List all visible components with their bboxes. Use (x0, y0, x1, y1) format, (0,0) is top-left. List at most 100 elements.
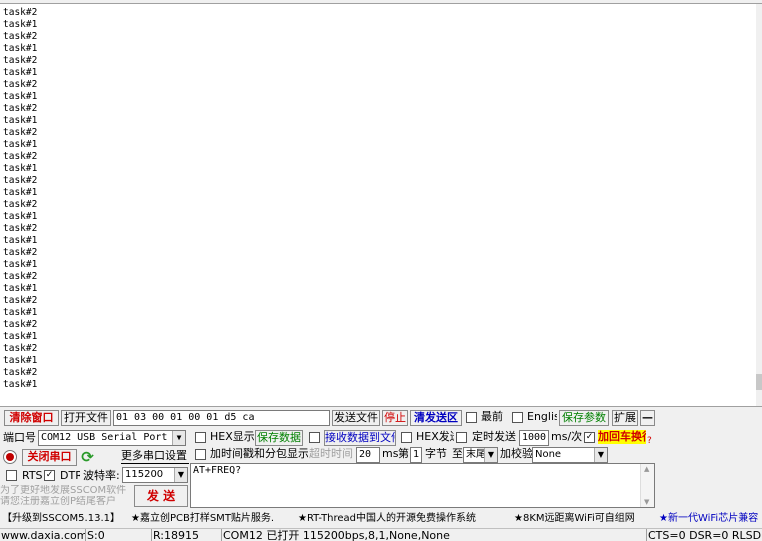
recv-to-file-button[interactable]: 接收数据到文件 (324, 430, 396, 446)
to-select-value: 末尾 (466, 449, 486, 460)
save-params-button[interactable]: 保存参数 (559, 410, 609, 426)
ad-upgrade[interactable]: 【升级到SSCOM5.13.1】 (2, 512, 120, 526)
receive-textarea[interactable]: task#2 task#1 task#2 task#1 task#2 task#1 task… (0, 3, 762, 407)
byte-prefix-label: 第 (398, 447, 409, 460)
rts-label: RTS (22, 469, 42, 482)
more-port-settings-link[interactable]: 更多串口设置 (121, 449, 189, 464)
ad-bar: 【升级到SSCOM5.13.1】 ★嘉立创PCB打样SMT贴片服务. ★RT-T… (0, 511, 762, 527)
scroll-down-icon[interactable]: ▼ (644, 498, 649, 506)
receive-line: task#2 (3, 55, 38, 66)
timeout-label: 超时时间 (309, 447, 353, 460)
file-path-input[interactable]: 01 03 00 01 00 01 d5 ca (113, 410, 330, 426)
stop-button[interactable]: 停止 (382, 410, 408, 426)
receive-line: task#1 (3, 283, 38, 294)
baud-select-value: 115200 (125, 469, 164, 480)
help-icon[interactable]: ? (647, 436, 655, 446)
port-select-value: COM12 USB Serial Port (41, 432, 168, 443)
promo-line-2: 请您注册嘉立创P结尾客户 (0, 496, 117, 507)
save-data-button[interactable]: 保存数据 (255, 430, 303, 446)
receive-line: task#2 (3, 271, 38, 282)
hex-display-checkbox[interactable] (195, 432, 206, 443)
status-signals: CTS=0 DSR=0 RLSD=0 (648, 529, 762, 541)
receive-line: task#1 (3, 115, 38, 126)
timed-send-label: 定时发送 (472, 430, 516, 443)
receive-line: task#2 (3, 151, 38, 162)
port-select[interactable]: COM12 USB Serial Port ▼ (38, 430, 186, 446)
timeout-input[interactable]: 20 (356, 447, 380, 463)
receive-line: task#2 (3, 223, 38, 234)
promo-line-1: 为了更好地发展SSCOM软件 (0, 485, 126, 496)
to-select[interactable]: 末尾 ▼ (463, 447, 498, 463)
topmost-checkbox[interactable] (466, 412, 477, 423)
chevron-down-icon: ▼ (484, 448, 497, 462)
add-crlf-checkbox[interactable]: ✓ (584, 432, 595, 443)
receive-line: task#1 (3, 91, 38, 102)
interval-unit-label: ms/次 (551, 430, 583, 443)
clear-send-button[interactable]: 清发送区 (410, 410, 462, 426)
topmost-label: 最前 (481, 410, 503, 423)
checksum-select[interactable]: None ▼ (532, 447, 608, 463)
scroll-thumb[interactable] (756, 374, 762, 390)
receive-line: task#1 (3, 163, 38, 174)
send-textarea[interactable]: AT+FREQ? ▲ ▼ (190, 463, 655, 508)
receive-line: task#1 (3, 235, 38, 246)
clear-window-button[interactable]: 清除窗口 (4, 410, 59, 426)
expand-button[interactable]: 扩展 (612, 410, 638, 426)
hex-send-label: HEX发送 (416, 430, 454, 443)
recv-to-file-checkbox[interactable] (309, 432, 320, 443)
add-crlf-label: 加回车换行 (598, 430, 646, 444)
status-port-state: COM12 已打开 115200bps,8,1,None,None (222, 529, 647, 541)
open-file-button[interactable]: 打开文件 (61, 410, 111, 426)
baud-label: 波特率: (83, 469, 120, 482)
send-button[interactable]: 发 送 (134, 485, 188, 507)
english-checkbox[interactable] (512, 412, 523, 423)
receive-line: task#1 (3, 307, 38, 318)
receive-line: task#1 (3, 331, 38, 342)
close-port-button[interactable]: 关闭串口 (22, 449, 77, 466)
receive-line: task#1 (3, 259, 38, 270)
baud-select[interactable]: 115200 ▼ (122, 467, 188, 483)
timed-send-checkbox[interactable] (456, 432, 467, 443)
refresh-icon[interactable]: ⟳ (79, 449, 96, 466)
receive-line: task#2 (3, 7, 38, 18)
receive-line: task#1 (3, 67, 38, 78)
receive-text: task#2 task#1 task#2 task#1 task#2 task#1 task… (3, 7, 37, 391)
timestamp-label: 加时间戳和分包显示 (210, 447, 308, 460)
checksum-label: 加校验 (500, 447, 532, 460)
ad-rtthread[interactable]: ★RT-Thread中国人的开源免费操作系统 (298, 512, 476, 526)
ad-pcb[interactable]: ★嘉立创PCB打样SMT贴片服务. (131, 512, 274, 526)
status-sent: S:0 (86, 529, 152, 541)
status-received: R:18915 (152, 529, 222, 541)
receive-line: task#2 (3, 343, 38, 354)
ad-wifi[interactable]: ★8KM远距离WiFi可自组网 (514, 512, 635, 526)
receive-line: task#2 (3, 367, 38, 378)
receive-scrollbar[interactable] (756, 4, 762, 406)
receive-line: task#2 (3, 175, 38, 186)
scroll-up-icon[interactable]: ▲ (644, 465, 649, 473)
send-text: AT+FREQ? (193, 465, 242, 476)
english-label: English (527, 410, 557, 423)
hex-send-checkbox[interactable] (401, 432, 412, 443)
interval-input[interactable]: 1000 (519, 430, 549, 446)
send-file-button[interactable]: 发送文件 (332, 410, 380, 426)
port-label: 端口号 (3, 431, 36, 444)
receive-line: task#1 (3, 211, 38, 222)
receive-line: task#2 (3, 31, 38, 42)
rts-checkbox[interactable] (6, 470, 17, 481)
collapse-button[interactable]: — (640, 410, 655, 426)
chevron-down-icon: ▼ (174, 468, 187, 482)
receive-line: task#2 (3, 319, 38, 330)
chevron-down-icon: ▼ (594, 448, 607, 462)
timestamp-checkbox[interactable] (195, 449, 206, 460)
status-website[interactable]: www.daxia.com (0, 529, 86, 541)
hex-display-label: HEX显示 (210, 430, 254, 443)
byte-index-input[interactable]: 1 (410, 447, 422, 463)
ad-wifi-chip[interactable]: ★新一代WiFi芯片兼容 (659, 512, 758, 526)
chevron-down-icon: ▼ (172, 431, 185, 445)
send-scrollbar[interactable]: ▲ ▼ (640, 464, 654, 507)
receive-line: task#1 (3, 379, 38, 390)
dtr-checkbox[interactable]: ✓ (44, 470, 55, 481)
receive-line: task#2 (3, 295, 38, 306)
byte-unit-label: 字节 (425, 447, 447, 460)
receive-line: task#2 (3, 199, 38, 210)
